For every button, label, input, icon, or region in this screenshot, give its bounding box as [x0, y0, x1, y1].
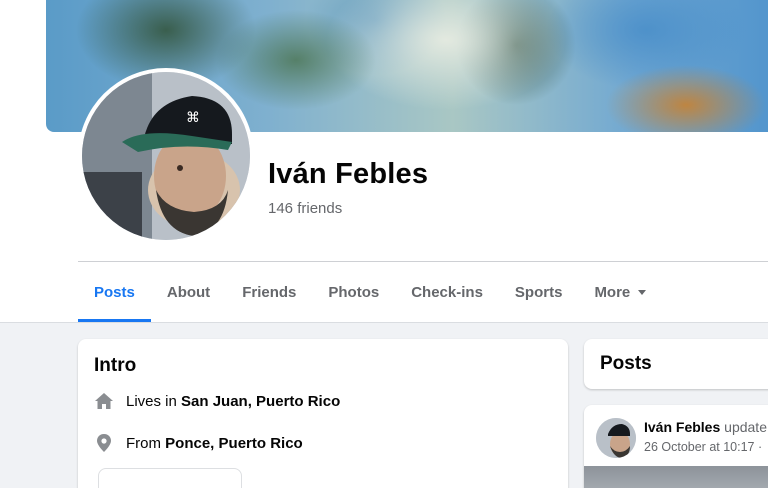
profile-header: ⌘ Iván Febles 146 friends Posts About Fr…	[0, 0, 768, 323]
from-place[interactable]: Ponce, Puerto Rico	[165, 435, 303, 452]
post-action: update	[724, 419, 767, 435]
tab-label: Photos	[328, 283, 380, 301]
tab-friends[interactable]: Friends	[226, 262, 312, 322]
svg-text:⌘: ⌘	[186, 110, 200, 126]
profile-name: Iván Febles	[268, 158, 429, 190]
profile-photo-image: ⌘	[82, 72, 250, 240]
location-pin-icon	[94, 433, 114, 453]
intro-card: Intro Lives in San Juan, Puerto Rico Fro…	[78, 339, 568, 488]
post-card: Iván Febles update 26 October at 10:17 ·	[584, 405, 768, 488]
posts-header-card: Posts	[584, 339, 768, 389]
tab-more[interactable]: More	[578, 262, 662, 322]
lives-in-prefix: Lives in	[126, 392, 177, 410]
tab-label: About	[166, 283, 211, 301]
post-timestamp[interactable]: 26 October at 10:17 ·	[644, 440, 762, 454]
dropdown-caret-icon	[638, 289, 647, 295]
tab-label: Posts	[94, 283, 135, 301]
post-author-name[interactable]: Iván Febles	[644, 419, 720, 435]
profile-tabs: Posts About Friends Photos Check-ins Spo…	[78, 262, 662, 322]
tab-about[interactable]: About	[151, 262, 226, 322]
profile-photo[interactable]: ⌘	[82, 72, 250, 240]
tab-label: Check-ins	[411, 283, 483, 301]
post-author-avatar[interactable]	[596, 418, 636, 458]
tab-label: Friends	[242, 283, 297, 301]
tab-posts[interactable]: Posts	[78, 262, 151, 322]
posts-title: Posts	[600, 353, 652, 374]
profile-picture[interactable]: ⌘	[78, 68, 254, 244]
from-prefix: From	[126, 434, 161, 452]
home-icon	[94, 391, 114, 411]
post-image[interactable]	[584, 466, 768, 488]
tab-label: Sports	[514, 283, 563, 301]
tab-label: More	[594, 283, 631, 301]
intro-from: From Ponce, Puerto Rico	[94, 433, 303, 453]
intro-title: Intro	[94, 355, 137, 376]
lives-in-place[interactable]: San Juan, Puerto Rico	[181, 393, 340, 410]
intro-edit-button[interactable]	[98, 468, 242, 488]
friends-count[interactable]: 146 friends	[268, 200, 342, 217]
tab-check-ins[interactable]: Check-ins	[395, 262, 499, 322]
intro-lives-in: Lives in San Juan, Puerto Rico	[94, 391, 340, 411]
tab-photos[interactable]: Photos	[312, 262, 395, 322]
post-author-line: Iván Febles update	[644, 419, 767, 435]
tab-sports[interactable]: Sports	[499, 262, 579, 322]
